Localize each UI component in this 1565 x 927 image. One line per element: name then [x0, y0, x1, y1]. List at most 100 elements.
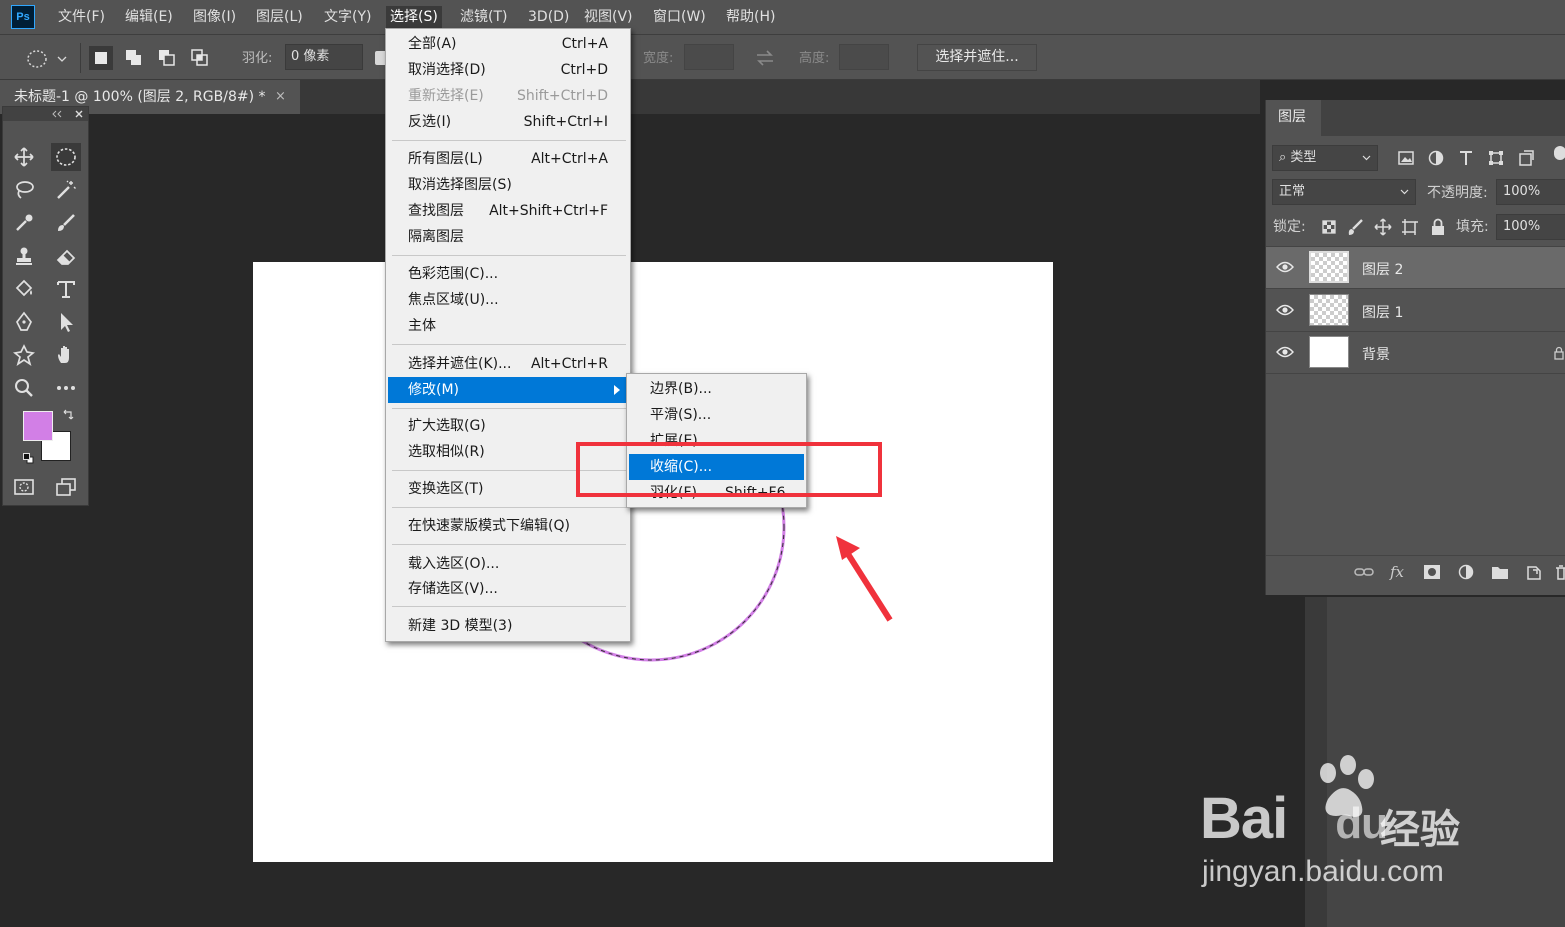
feather-input[interactable]: 0 像素 [285, 44, 363, 70]
visibility-eye-icon[interactable] [1276, 303, 1294, 317]
lock-image-pixels-icon[interactable] [1346, 217, 1366, 237]
visibility-eye-icon[interactable] [1276, 345, 1294, 359]
menu-item-subject[interactable]: 主体 [388, 313, 628, 339]
submenu-arrow-icon [614, 385, 620, 395]
select-and-mask-button[interactable]: 选择并遮住... [917, 44, 1037, 71]
menu-item-grow[interactable]: 扩大选取(G) [388, 413, 628, 439]
layer-row-background[interactable]: 背景 [1266, 332, 1565, 374]
shape-filter-icon[interactable] [1486, 148, 1506, 168]
menu-edit[interactable]: 编辑(E) [121, 6, 177, 28]
move-tool-icon[interactable] [9, 143, 39, 171]
intersect-selection-icon[interactable] [188, 46, 212, 70]
blend-mode-select[interactable]: 正常 [1272, 179, 1416, 205]
menu-item-deselect[interactable]: 取消选择(D) Ctrl+D [388, 57, 628, 83]
lock-position-icon[interactable] [1373, 217, 1393, 237]
elliptical-marquee-preset-icon[interactable] [24, 48, 70, 70]
watermark-brand-text: Bai [1200, 786, 1288, 851]
menu-item-select-and-mask[interactable]: 选择并遮住(K)... Alt+Ctrl+R [388, 351, 628, 377]
menu-item-load-selection[interactable]: 载入选区(O)... [388, 551, 628, 577]
eraser-tool-icon[interactable] [51, 242, 81, 270]
lock-transparent-pixels-icon[interactable] [1319, 217, 1339, 237]
swap-dimensions-icon[interactable] [754, 49, 776, 67]
paint-bucket-tool-icon[interactable] [9, 275, 39, 303]
menu-item-isolate-layers[interactable]: 隔离图层 [388, 224, 628, 250]
lock-all-icon[interactable] [1428, 217, 1448, 237]
menu-view[interactable]: 视图(V) [580, 6, 637, 28]
layer-style-fx-icon[interactable]: fx [1388, 562, 1410, 582]
menu-item-find-layers[interactable]: 查找图层 Alt+Shift+Ctrl+F [388, 198, 628, 224]
submenu-item-smooth[interactable]: 平滑(S)... [629, 402, 804, 428]
layer-lock-icon [1554, 346, 1564, 360]
menu-type[interactable]: 文字(Y) [320, 6, 375, 28]
screen-mode-icon[interactable] [51, 473, 81, 501]
fill-input[interactable]: 100% [1496, 214, 1565, 240]
lasso-tool-icon[interactable] [9, 176, 39, 204]
menu-item-color-range[interactable]: 色彩范围(C)... [388, 261, 628, 287]
more-tools-icon[interactable] [51, 374, 81, 402]
document-canvas[interactable] [253, 262, 1053, 862]
foreground-color-swatch[interactable] [23, 411, 53, 441]
menu-item-new-3d-model[interactable]: 新建 3D 模型(3) [388, 613, 628, 639]
document-tab-title: 未标题-1 @ 100% (图层 2, RGB/8#) * [14, 89, 266, 105]
eyedropper-tool-icon[interactable] [9, 209, 39, 237]
layer-filter-select[interactable]: ⌕ 类型 [1272, 145, 1378, 171]
width-input[interactable] [684, 44, 734, 70]
menu-filter[interactable]: 滤镜(T) [456, 6, 511, 28]
link-layers-icon[interactable] [1354, 563, 1374, 581]
add-to-selection-icon[interactable] [122, 46, 146, 70]
menu-item-quick-mask-edit[interactable]: 在快速蒙版模式下编辑(Q) [388, 513, 628, 539]
delete-layer-icon[interactable] [1554, 563, 1565, 581]
menu-window[interactable]: 窗口(W) [649, 6, 710, 28]
add-mask-icon[interactable] [1422, 563, 1442, 581]
visibility-eye-icon[interactable] [1276, 260, 1294, 274]
submenu-item-border[interactable]: 边界(B)... [629, 376, 804, 402]
toolbox-header[interactable] [3, 107, 88, 121]
menu-item-all-layers[interactable]: 所有图层(L) Alt+Ctrl+A [388, 146, 628, 172]
fill-value: 100% [1503, 219, 1541, 234]
menu-item-select-all[interactable]: 全部(A) Ctrl+A [388, 31, 628, 57]
photoshop-logo-icon[interactable]: Ps [11, 5, 35, 29]
default-colors-icon[interactable] [23, 452, 34, 464]
smart-object-filter-icon[interactable] [1516, 148, 1536, 168]
menu-select[interactable]: 选择(S) [386, 6, 442, 28]
filter-toggle-switch[interactable] [1554, 146, 1565, 160]
elliptical-marquee-tool-icon[interactable] [51, 143, 81, 171]
close-icon[interactable]: × [275, 80, 286, 114]
menu-item-focus-area[interactable]: 焦点区域(U)... [388, 287, 628, 313]
image-filter-icon[interactable] [1396, 148, 1416, 168]
magic-wand-tool-icon[interactable] [51, 176, 81, 204]
pen-tool-icon[interactable] [9, 308, 39, 336]
menu-item-reselect[interactable]: 重新选择(E) Shift+Ctrl+D [388, 83, 628, 109]
new-adjustment-layer-icon[interactable] [1456, 563, 1476, 581]
height-input[interactable] [839, 44, 889, 70]
menu-item-deselect-layers[interactable]: 取消选择图层(S) [388, 172, 628, 198]
new-selection-icon[interactable] [89, 46, 113, 70]
type-tool-icon[interactable] [51, 275, 81, 303]
menu-item-save-selection[interactable]: 存储选区(V)... [388, 576, 628, 602]
brush-tool-icon[interactable] [51, 209, 81, 237]
layers-tab[interactable]: 图层 [1266, 100, 1321, 136]
custom-shape-tool-icon[interactable] [9, 341, 39, 369]
menu-help[interactable]: 帮助(H) [722, 6, 779, 28]
opacity-input[interactable]: 100% [1496, 179, 1565, 205]
quick-mask-icon[interactable] [9, 473, 39, 501]
subtract-from-selection-icon[interactable] [155, 46, 179, 70]
menu-item-inverse[interactable]: 反选(I) Shift+Ctrl+I [388, 109, 628, 135]
clone-stamp-tool-icon[interactable] [9, 242, 39, 270]
path-selection-tool-icon[interactable] [51, 308, 81, 336]
new-group-icon[interactable] [1490, 563, 1510, 581]
lock-artboard-icon[interactable] [1400, 217, 1420, 237]
layer-row-layer-1[interactable]: 图层 1 [1266, 290, 1565, 332]
type-filter-icon[interactable] [1456, 148, 1476, 168]
adjustment-filter-icon[interactable] [1426, 148, 1446, 168]
new-layer-icon[interactable] [1524, 563, 1544, 581]
menu-image[interactable]: 图像(I) [189, 6, 240, 28]
menu-3d[interactable]: 3D(D) [524, 6, 573, 28]
swap-colors-icon[interactable] [61, 409, 75, 423]
layer-row-layer-2[interactable]: 图层 2 [1266, 247, 1565, 289]
menu-file[interactable]: 文件(F) [54, 6, 109, 28]
zoom-tool-icon[interactable] [9, 374, 39, 402]
menu-layer[interactable]: 图层(L) [252, 6, 307, 28]
menu-item-modify[interactable]: 修改(M) [388, 377, 628, 403]
hand-tool-icon[interactable] [51, 341, 81, 369]
